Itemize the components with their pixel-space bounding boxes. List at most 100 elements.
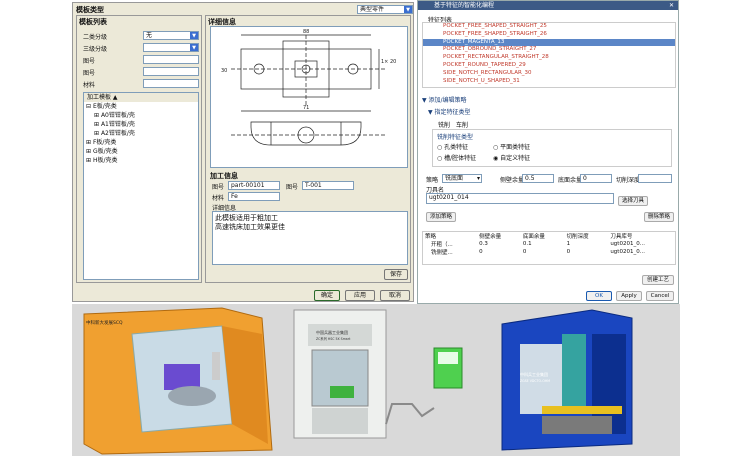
machine-strip: 中科新大发展SCQ 中国兵器工业集团 ZC系列 HSC 5X Smart 中科兵… — [72, 304, 680, 456]
save-button[interactable]: 保存 — [384, 269, 408, 280]
template-list-panel: 模板列表 二类分级 无 ▼ 三级分级 ▼ 图号 图号 材料 加工模板 ▲ ⊟ E… — [76, 15, 202, 283]
machines-illustration: 中科新大发展SCQ 中国兵器工业集团 ZC系列 HSC 5X Smart 中科兵… — [83, 307, 633, 455]
nx-ok-button[interactable]: OK — [586, 291, 612, 301]
side-allowance-input[interactable]: 0.5 — [522, 174, 554, 183]
radio-hole-label: 孔类特征 — [444, 144, 469, 151]
dim-label-bottom: 71 — [303, 105, 309, 111]
field-label-5: 材料 — [83, 82, 96, 89]
white-machine-label-1: 中国兵器工业集团 — [316, 329, 348, 335]
process-info-title: 加工信息 — [210, 172, 238, 180]
feature-list-item[interactable]: POCKET_RECTANGULAR_STRAIGHT_28 — [423, 54, 675, 62]
level2-select[interactable]: 无 ▼ — [143, 31, 199, 40]
detail-textarea[interactable]: 此模板适用于粗加工 高速铣床加工效果更佳 — [212, 211, 408, 265]
feature-list-item[interactable]: POCKET_FREE_SHAPED_STRAIGHT_26 — [423, 31, 675, 39]
feature-list-item[interactable]: POCKET_MAGENTA_13 — [423, 38, 675, 47]
tree-item-label: E板/壳类 — [92, 103, 117, 110]
radio-plane-label: 平面类特征 — [500, 144, 531, 151]
cancel-button[interactable]: 取消 — [380, 290, 410, 301]
strategy-table: 策略 侧壁余量 底面余量 切削深度 刀具库号 开粗（... 0.3 0.1 1 … — [422, 231, 676, 265]
feature-type-section-label: 指定特征类型 — [434, 109, 471, 116]
close-icon[interactable]: ✕ — [669, 1, 674, 10]
orange-machine-label: 中科新大发展SCQ — [86, 319, 123, 326]
table-cell: 0 — [522, 249, 527, 255]
fig-no-input-2[interactable] — [143, 67, 199, 76]
tool-input[interactable]: ugt0201_014 — [426, 193, 614, 204]
tree-item[interactable]: ⊞ H板/壳类 — [84, 156, 198, 165]
chevron-down-icon: ▼ — [404, 6, 412, 13]
part-drawing: 88 1× 20 71 30 — [210, 26, 408, 168]
ok-button[interactable]: 确定 — [314, 290, 340, 301]
tree-item[interactable]: ⊞ A2钳钳板/壳 — [84, 129, 198, 138]
radio-slot-label: 槽/腔体特征 — [444, 155, 477, 162]
dim-label-h1: 30 — [221, 68, 227, 74]
tree-item[interactable]: ⊞ G板/壳类 — [84, 147, 198, 156]
material-value-input[interactable]: Fe — [228, 192, 280, 201]
level3-select[interactable]: ▼ — [143, 43, 199, 52]
tree-item-label: A1钳钳板/壳 — [100, 121, 135, 128]
detail-text-line: 此模板适用于粗加工 — [215, 214, 278, 222]
feature-list: POCKET_FREE_SHAPED_STRAIGHT_25 POCKET_FRE… — [422, 22, 676, 88]
table-cell: 0 — [479, 249, 483, 255]
floor-allowance-input[interactable]: 0 — [580, 174, 612, 183]
feature-type-section-title[interactable]: ▼ 指定特征类型 — [428, 107, 471, 116]
select-tool-button[interactable]: 选择刀具 — [618, 196, 648, 206]
create-process-button[interactable]: 创建工艺 — [642, 275, 674, 285]
fig-no-input[interactable]: T-001 — [302, 181, 354, 190]
tree-item[interactable]: ⊞ A0钳钳板/壳 — [84, 111, 198, 120]
table-cell: ugt0201_0... — [610, 249, 645, 255]
apply-button[interactable]: 应用 — [345, 290, 375, 301]
delete-strategy-button[interactable]: 删除策略 — [644, 212, 674, 222]
table-cell: 铣侧壁... — [431, 250, 453, 256]
fig-no-input-1[interactable] — [143, 55, 199, 64]
feature-list-item[interactable]: POCKET_OBROUND_STRAIGHT_27 — [423, 46, 675, 54]
side-allowance-label: 侧壁余量 — [500, 177, 525, 184]
feature-list-item[interactable]: SIDE_NOTCH_RECTANGULAR_30 — [423, 70, 675, 78]
template-type-select[interactable]: 典型零件 ▼ — [357, 5, 413, 14]
material-input[interactable] — [143, 79, 199, 88]
detail-panel: 详细信息 88 1× 20 71 30 加工信息 图号 part-00101 图… — [205, 15, 411, 283]
dim-label-right: 1× 20 — [381, 59, 396, 65]
window-title-bar: 基于特征的智能化编程 ✕ — [418, 1, 678, 10]
template-list-title: 模板列表 — [79, 18, 107, 26]
part-drawing-svg: 88 1× 20 71 30 — [221, 29, 396, 146]
dim-label-top: 88 — [303, 29, 309, 35]
group-label: 铣削特征类型 — [437, 134, 474, 141]
radio-slot[interactable]: ○ 槽/腔体特征 — [437, 153, 476, 162]
radio-custom[interactable]: ◉ 自定义特征 — [493, 153, 530, 162]
strategy-select[interactable]: 铣底面 ▾ — [442, 174, 482, 183]
table-row[interactable]: 铣侧壁... 0 0 0 ugt0201_0... — [423, 248, 675, 256]
nx-cancel-button[interactable]: Cancel — [646, 291, 674, 301]
add-strategy-button[interactable]: 添加策略 — [426, 212, 456, 222]
chevron-down-icon: ▾ — [476, 175, 480, 182]
feature-list-item[interactable]: POCKET_ROUND_TAPERED_29 — [423, 62, 675, 70]
template-tree: 加工模板 ▲ ⊟ E板/壳类 ⊞ A0钳钳板/壳 ⊞ A1钳钳板/壳 ⊞ A2钳… — [83, 92, 199, 280]
field-label-4: 图号 — [83, 70, 96, 77]
table-header: 刀具库号 — [610, 234, 633, 240]
tree-item[interactable]: ⊞ A1钳钳板/壳 — [84, 120, 198, 129]
table-header: 切削深度 — [566, 234, 589, 240]
nx-apply-button[interactable]: Apply — [616, 291, 642, 301]
cut-depth-input[interactable] — [638, 174, 672, 183]
feature-list-item[interactable]: SIDE_NOTCH_U_SHAPED_31 — [423, 78, 675, 86]
table-header: 策略 — [425, 234, 437, 240]
tree-item-label: H板/壳类 — [92, 157, 118, 164]
feature-list-item[interactable]: POCKET_FREE_SHAPED_STRAIGHT_25 — [423, 23, 675, 31]
cut-depth-label: 切削深度 — [616, 177, 641, 184]
strategy-section-title[interactable]: ▼ 添加/编辑策略 — [422, 95, 467, 104]
drawing-no-input[interactable]: part-00101 — [228, 181, 280, 190]
radio-hole[interactable]: ○ 孔类特征 — [437, 142, 468, 151]
tab-turn[interactable]: 车削 — [454, 120, 470, 129]
tree-item-label: F板/壳类 — [92, 139, 117, 146]
drawing-no-label: 图号 — [212, 184, 225, 191]
field-label-3: 图号 — [83, 58, 96, 65]
radio-custom-label: 自定义特征 — [500, 155, 531, 162]
table-row[interactable]: 开粗（... 0.3 0.1 1 ugt0201_0... — [423, 240, 675, 248]
tree-item[interactable]: ⊞ F板/壳类 — [84, 138, 198, 147]
tree-item-label: A2钳钳板/壳 — [100, 130, 135, 137]
radio-plane[interactable]: ○ 平面类特征 — [493, 142, 530, 151]
tree-item[interactable]: ⊟ E板/壳类 — [84, 102, 198, 111]
table-cell: 开粗（... — [431, 242, 453, 248]
feature-programming-window: 基于特征的智能化编程 ✕ 特征列表 POCKET_FREE_SHAPED_STR… — [417, 0, 679, 304]
level2-value: 无 — [146, 32, 153, 39]
tree-item-label: A0钳钳板/壳 — [100, 112, 135, 119]
